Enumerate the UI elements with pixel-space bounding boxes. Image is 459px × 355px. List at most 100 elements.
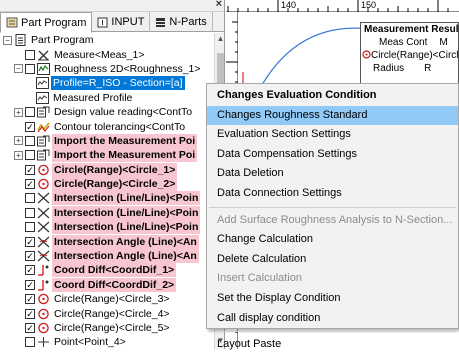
tree-checkbox[interactable] bbox=[25, 107, 35, 118]
tree-item-label: Point<Point_4> bbox=[54, 336, 126, 349]
scroll-up-icon[interactable]: ▲ bbox=[215, 34, 224, 46]
tree-item[interactable]: ✓ Intersection Angle (Line)<An bbox=[0, 249, 215, 264]
results-col-meas: Meas Cont bbox=[379, 37, 428, 48]
menu-item-data-compensation-settings[interactable]: Data Compensation Settings bbox=[207, 145, 458, 165]
tree-checkbox[interactable] bbox=[25, 49, 35, 60]
input-icon bbox=[97, 17, 108, 27]
tree-checkbox[interactable]: ✓ bbox=[25, 251, 35, 262]
tree-item[interactable]: ✓ Circle(Range)<Circle_4> bbox=[0, 306, 215, 320]
tree-checkbox[interactable]: ✓ bbox=[25, 179, 35, 190]
tree-checkbox[interactable]: ✓ bbox=[25, 236, 35, 247]
tab-part-program-label: Part Program bbox=[21, 16, 87, 29]
tab-n-parts-label: N-Parts bbox=[169, 16, 207, 28]
tree-item[interactable]: Intersection (Line/Line)<Poin bbox=[0, 191, 215, 206]
menu-item-set-the-display-condition[interactable]: Set the Display Condition bbox=[207, 289, 458, 309]
circle-result-icon bbox=[362, 50, 371, 59]
menu-separator bbox=[209, 206, 456, 208]
tree-item[interactable]: + Design value reading<ContTo bbox=[0, 105, 215, 119]
tree-checkbox[interactable]: ✓ bbox=[25, 164, 35, 175]
results-col-m: M bbox=[439, 37, 448, 48]
roughness-icon bbox=[37, 62, 50, 75]
tree-item[interactable]: Point<Point_4> bbox=[0, 335, 215, 349]
tree-item-label: Intersection (Line/Line)<Poin bbox=[52, 191, 201, 206]
tree-item-label: Circle(Range)<Circle_4> bbox=[54, 307, 170, 320]
menu-item-data-connection-settings[interactable]: Data Connection Settings bbox=[207, 184, 458, 204]
menu-item-data-deletion[interactable]: Data Deletion bbox=[207, 164, 458, 184]
tree-item[interactable]: ✓ Circle(Range)<Circle_2> bbox=[0, 177, 215, 192]
expand-icon[interactable]: + bbox=[14, 136, 23, 146]
tree-checkbox[interactable]: ✓ bbox=[25, 308, 35, 319]
profile-icon bbox=[36, 91, 49, 104]
menu-item-delete-calculation[interactable]: Delete Calculation bbox=[207, 250, 458, 270]
tree-checkbox[interactable]: ✓ bbox=[25, 121, 35, 132]
tree-item[interactable]: ✓ Intersection Angle (Line)<An bbox=[0, 234, 215, 249]
tree-item[interactable]: − Part Program bbox=[0, 33, 215, 47]
angle-icon bbox=[37, 236, 50, 248]
tree-item[interactable]: ✓ Coord Diff<CoordDif_1> bbox=[0, 263, 215, 278]
menu-item-change-calculation[interactable]: Change Calculation bbox=[207, 230, 458, 250]
tree-item-label: Part Program bbox=[31, 34, 94, 47]
tree-item[interactable]: Intersection (Line/Line)<Poin bbox=[0, 205, 215, 220]
measurement-results-box: Measurement Results Meas Cont M Circle(Ra… bbox=[360, 22, 459, 84]
nparts-icon bbox=[156, 17, 166, 27]
tree-item[interactable]: Profile=R_ISO - Section=[a] bbox=[0, 76, 215, 91]
tree-checkbox[interactable]: ✓ bbox=[25, 323, 35, 333]
expand-icon[interactable]: + bbox=[14, 107, 23, 117]
tree-item-label: Intersection (Line/Line)<Poin bbox=[52, 205, 201, 220]
tree-item-label: Circle(Range)<Circle_3> bbox=[54, 293, 170, 306]
tab-input-label: INPUT bbox=[111, 16, 145, 28]
panel-tabs: Part Program INPUT N-Parts bbox=[0, 12, 224, 33]
tab-n-parts[interactable]: N-Parts bbox=[150, 12, 213, 32]
results-radius-r: R bbox=[424, 63, 432, 74]
tree-checkbox[interactable] bbox=[25, 207, 35, 218]
coord-icon bbox=[38, 265, 49, 277]
tree-item-label: Import the Measurement Poi bbox=[52, 148, 198, 163]
intersection-icon bbox=[37, 207, 50, 219]
tree-item-label: Intersection Angle (Line)<An bbox=[52, 249, 199, 264]
tree-item-label: Measure<Meas_1> bbox=[54, 48, 145, 61]
tree-item[interactable]: Measure<Meas_1> bbox=[0, 47, 215, 61]
tree-checkbox[interactable] bbox=[25, 135, 35, 146]
collapse-icon[interactable]: − bbox=[3, 35, 12, 45]
profile-icon bbox=[36, 77, 49, 90]
tree-item[interactable]: ✓ Circle(Range)<Circle_5> bbox=[0, 321, 215, 335]
tab-input[interactable]: INPUT bbox=[92, 12, 151, 32]
collapse-icon[interactable]: − bbox=[14, 64, 23, 74]
tree-item[interactable]: ✓ Circle(Range)<Circle_1> bbox=[0, 162, 215, 177]
tree-item[interactable]: Intersection (Line/Line)<Poin bbox=[0, 220, 215, 235]
panel-title-strip: × bbox=[0, 0, 224, 12]
tree-item-label: Circle(Range)<Circle_1> bbox=[52, 162, 178, 177]
menu-item-evaluation-section-settings[interactable]: Evaluation Section Settings bbox=[207, 125, 458, 145]
tree-checkbox[interactable]: ✓ bbox=[25, 279, 35, 290]
tree-item-label: Import the Measurement Poi bbox=[52, 133, 198, 148]
menu-item-changes-roughness-standard[interactable]: Changes Roughness Standard bbox=[207, 105, 458, 126]
menu-item-call-display-condition[interactable]: Call display condition bbox=[207, 309, 458, 329]
tree-item-label: Intersection (Line/Line)<Poin bbox=[52, 220, 201, 235]
results-title: Measurement Results bbox=[364, 24, 459, 35]
expand-icon[interactable]: + bbox=[14, 150, 23, 160]
tree-item[interactable]: Measured Profile bbox=[0, 91, 215, 105]
menu-item-layout-paste[interactable]: Layout Paste bbox=[207, 335, 458, 355]
tree-checkbox[interactable]: ✓ bbox=[25, 265, 35, 276]
tree-checkbox[interactable] bbox=[25, 337, 35, 348]
close-panel-icon[interactable]: × bbox=[216, 0, 222, 10]
tree-item-label: Profile=R_ISO - Section=[a] bbox=[51, 76, 185, 91]
tree-item[interactable]: + Import the Measurement Poi bbox=[0, 148, 215, 163]
tree-checkbox[interactable] bbox=[25, 193, 35, 204]
menu-item-add-surface-roughness-analysis-to-n-section: Add Surface Roughness Analysis to N-Sect… bbox=[217, 213, 453, 226]
tab-part-program[interactable]: Part Program bbox=[0, 12, 93, 33]
tree-checkbox[interactable] bbox=[25, 222, 35, 233]
tree-item[interactable]: ✓ Contour tolerancing<ContTo bbox=[0, 119, 215, 133]
tree-item[interactable]: − Roughness 2D<Roughness_1> bbox=[0, 62, 215, 76]
tree-item-label: Contour tolerancing<ContTo bbox=[54, 120, 186, 133]
tree-item[interactable]: ✓ Circle(Range)<Circle_3> bbox=[0, 292, 215, 306]
results-circle-row: Circle(Range)<Circle bbox=[371, 50, 459, 61]
tree-checkbox[interactable] bbox=[25, 63, 35, 74]
tree-checkbox[interactable] bbox=[25, 150, 35, 161]
tree-checkbox[interactable]: ✓ bbox=[25, 294, 35, 305]
tree-item[interactable]: + Import the Measurement Poi bbox=[0, 133, 215, 148]
program-icon bbox=[6, 17, 18, 28]
menu-item-changes-evaluation-condition[interactable]: Changes Evaluation Condition bbox=[207, 86, 458, 106]
tree-item[interactable]: ✓ Coord Diff<CoordDif_2> bbox=[0, 277, 215, 292]
intersection-icon bbox=[37, 221, 50, 233]
